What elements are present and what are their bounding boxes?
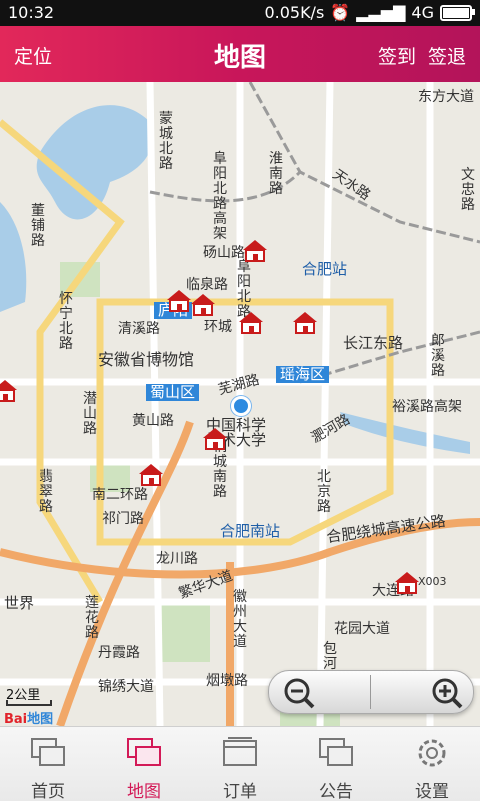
label-beijing: 北京路 [317,469,331,515]
tab-home[interactable]: 首页 [0,727,96,802]
zoom-out-button[interactable] [269,671,371,713]
bottom-tab-bar: 首页 地图 订单 公告 设置 [0,726,480,802]
label-longchuan: 龙川路 [156,551,198,567]
label-jinxiu: 锦绣大道 [98,679,154,695]
store-pin-1[interactable] [240,238,270,262]
network-type: 4G [411,3,434,22]
gear-icon [418,739,446,767]
label-yuxi: 裕溪路高架 [392,399,462,415]
store-pin-7[interactable] [200,426,230,450]
label-huaining: 怀宁北路 [59,291,73,352]
status-time: 10:32 [8,3,55,22]
store-pin-3[interactable] [188,292,218,316]
label-yaohai: 瑶海区 [276,366,330,383]
label-dongfang: 东方大道 [418,89,474,105]
status-right: 0.05K/s ⏰ ▂▃▅▇ 4G [264,3,475,22]
tab-settings-label: 设置 [415,782,449,802]
status-bar: 10:32 0.05K/s ⏰ ▂▃▅▇ 4G [0,0,480,26]
baidu-logo: Bai地图 [4,712,54,726]
zoom-in-button[interactable] [371,671,473,713]
label-wenzhong: 文忠路 [461,167,475,213]
label-qianshan: 潜山路 [83,391,97,437]
store-pin-8[interactable] [136,462,166,486]
header-bar: 定位 地图 签到 签退 [0,26,480,82]
zoom-in-icon [432,678,463,709]
signal-icon: ▂▃▅▇ [356,3,406,22]
label-huangshan: 黄山路 [132,413,174,429]
tab-map-label: 地图 [127,782,161,802]
label-x003: X003 [418,575,447,588]
label-qimen: 祁门路 [102,511,144,527]
label-museum: 安徽省博物馆 [98,350,195,369]
battery-icon [440,4,475,21]
label-huizhou: 徽州大道 [233,589,247,650]
current-location-dot [231,396,251,416]
tab-map[interactable]: 地图 [96,727,192,802]
label-huayuan: 花园大道 [334,621,390,637]
label-fuyang: 阜阳北路高架 [213,151,227,242]
map-bubble-icon [127,738,161,766]
store-pin-6[interactable] [0,378,20,402]
label-huancheng: 环城 [204,319,232,335]
tab-orders[interactable]: 订单 [192,727,288,802]
label-qingxi: 清溪路 [118,321,160,337]
notice-bubble-icon [319,738,353,766]
order-folder-icon [223,737,257,766]
map-view[interactable]: 东方大道 蒙城北路 淮南路 天水路 文忠路 董铺路 阜阳北路高架 砀山路 临泉路… [0,82,480,726]
label-mengcheng: 蒙城北路 [159,111,173,172]
label-yanhui: 烟墩路 [206,673,248,689]
tab-notice-label: 公告 [319,782,353,802]
tab-home-label: 首页 [31,782,65,802]
map-scale-bar [6,700,52,706]
chat-bubble-icon [31,738,65,766]
label-huaihe: 淮南路 [269,151,283,197]
label-dongpu: 董铺路 [31,203,45,249]
label-hefei-station: 合肥站 [302,260,348,278]
network-speed: 0.05K/s [264,3,325,22]
zoom-control [268,670,474,714]
label-changjiang: 长江东路 [343,334,404,352]
label-fanhe: 翡翠路 [39,469,53,515]
label-world: 世界 [4,594,35,612]
checkout-button[interactable]: 签退 [428,42,466,69]
tab-orders-label: 订单 [223,782,257,802]
zoom-out-icon [284,678,315,709]
checkin-button[interactable]: 签到 [378,42,416,69]
label-shushan: 蜀山区 [146,384,200,401]
label-zhouxi: 郎溪路 [431,333,445,379]
alarm-icon: ⏰ [330,3,351,22]
store-pin-4[interactable] [236,310,266,334]
tab-notice[interactable]: 公告 [288,727,384,802]
store-pin-9[interactable] [392,570,422,594]
label-danxia: 丹霞路 [98,645,140,661]
label-lianhua: 莲花路 [85,595,99,641]
label-nanerh: 南二环路 [92,487,148,503]
tab-settings[interactable]: 设置 [384,727,480,802]
store-pin-5[interactable] [290,310,320,334]
label-hefei-south: 合肥南站 [220,522,281,540]
